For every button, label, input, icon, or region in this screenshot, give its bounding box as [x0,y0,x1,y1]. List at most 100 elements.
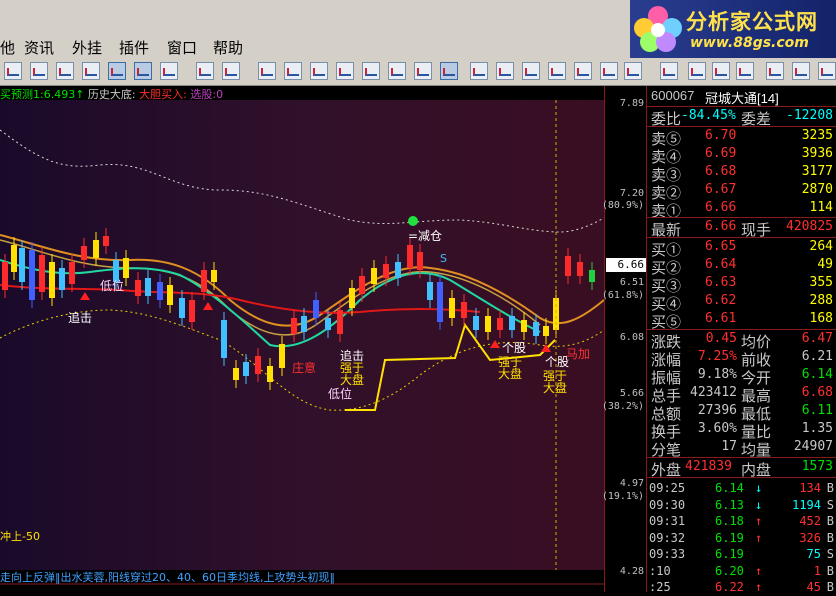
menu-item-help[interactable]: 帮助 [213,37,243,58]
toolbar-button[interactable] [792,62,810,80]
tick-arrow-icon: ↑ [755,530,763,545]
toolbar-button[interactable] [258,62,276,80]
toolbar-button[interactable] [196,62,214,80]
waipan-value: 421839 [685,459,732,474]
tick-price: 6.13 [715,497,744,512]
menu-item-window[interactable]: 窗口 [167,37,197,58]
toolbar-button[interactable] [362,62,380,80]
toolbar-button[interactable] [574,62,592,80]
toolbar-button[interactable] [440,62,458,80]
stat-row: 总手 423412 最高 6.68 [647,385,836,405]
sell-volume: 3936 [801,146,833,161]
price-tick-label: 5.66 [619,388,644,399]
divider [647,329,836,330]
chart-tool-icon [769,68,781,76]
toolbar-button[interactable] [108,62,126,80]
chart-tool-icon [287,68,299,76]
price-tick-label: 7.89 [619,98,644,109]
tick-row: 09:32 6.19 ↑ 326 B [647,530,836,547]
toolbar-button[interactable] [414,62,432,80]
toolbar-button[interactable] [736,62,754,80]
chart-tool-icon [821,68,833,76]
toolbar-button[interactable] [30,62,48,80]
tick-row: :10 6.20 ↑ 1 B [647,563,836,580]
tick-price: 6.19 [715,547,744,561]
toolbar-button[interactable] [284,62,302,80]
toolbar-button[interactable] [222,62,240,80]
tick-price: 6.14 [715,481,744,495]
toolbar-button[interactable] [470,62,488,80]
toolbar-button[interactable] [688,62,706,80]
divider [647,457,836,458]
toolbar-button[interactable] [56,62,74,80]
dealer-intent-label: 庄意 [292,360,316,375]
buy-row: 买③ 6.63 355 [647,275,836,295]
menu-item-plugins[interactable]: 插件 [119,37,149,58]
toolbar-button[interactable] [600,62,618,80]
menu-item-plugin-ext[interactable]: 外挂 [72,37,102,58]
toolbar-button[interactable] [82,62,100,80]
toolbar-button[interactable] [336,62,354,80]
chart-tool-icon [443,68,455,76]
tick-volume: 1194 [792,497,821,512]
waipan-row: 外盘 421839 内盘 1573 [647,459,836,479]
tick-time: 09:33 [649,547,686,561]
stat-value: 9.18% [697,367,737,382]
chart-tool-icon [525,68,537,76]
divider [647,106,836,107]
stat-value: 24907 [793,439,833,454]
buy-volume: 355 [809,275,833,290]
toolbar-button[interactable] [496,62,514,80]
divider [647,217,836,218]
toolbar-button[interactable] [4,62,22,80]
chart-tool-icon [473,68,485,76]
toolbar-button[interactable] [712,62,730,80]
tick-side: B [826,563,834,578]
toolbar-button[interactable] [522,62,540,80]
toolbar-button[interactable] [766,62,784,80]
weibi-value: -84.45% [681,108,736,123]
stat-row: 换手 3.60% 量比 1.35 [647,421,836,441]
sell-volume: 2870 [801,182,833,197]
stat-row: 涨幅 7.25% 前收 6.21 [647,349,836,369]
chart-tool-icon [715,68,727,76]
toolbar-button[interactable] [388,62,406,80]
formula-value: 买预测1:6.493↑ [0,88,85,101]
toolbar-button[interactable] [660,62,678,80]
sell-volume: 114 [809,200,833,215]
history-bottom-label: 历史大底: [87,88,136,101]
flower-logo-icon [634,6,682,52]
toolbar-button[interactable] [160,62,178,80]
sell-price: 6.69 [705,146,737,161]
stat-value: 6.68 [801,385,833,400]
toolbar-button[interactable] [134,62,152,80]
tick-row: 09:30 6.13 ↓ 1194 S [647,497,836,514]
stat-value: 7.25% [697,349,737,364]
indicator-text: 冲上-50 [0,529,40,543]
stock-code: 600067 [651,88,695,103]
toolbar-button[interactable] [310,62,328,80]
menu-item-news[interactable]: 资讯 [24,37,54,58]
stock-name: 冠城大通[14] [705,91,779,106]
market-label-1: 大盘 [340,372,364,387]
kline-chart[interactable]: =减仓 S 低位 追击 追击 强于 大盘 庄意 低位 个股 强于 大盘 个股 强… [0,86,604,592]
menu-item-other[interactable]: 他 [0,37,15,58]
toolbar-button[interactable] [548,62,566,80]
buy-volume: 49 [817,257,833,272]
tick-price: 6.20 [715,563,744,578]
chart-tool-icon [627,68,639,76]
sell-row: 卖③ 6.68 3177 [647,164,836,184]
buy-volume: 288 [809,293,833,308]
buy-row: 买② 6.64 49 [647,257,836,277]
weibi-row: 委比 -84.45% 委差 -12208 [647,108,836,128]
price-tick-label: 7.20 [619,188,644,199]
tick-arrow-icon: ↑ [755,514,763,528]
chart-tool-icon [603,68,615,76]
chart-background [0,100,604,570]
chart-tool-icon [261,68,273,76]
chart-tool-icon [795,68,807,76]
toolbar-button[interactable] [818,62,836,80]
chart-tool-icon [199,68,211,76]
toolbar-button[interactable] [624,62,642,80]
stat-value: 6.47 [801,331,833,346]
